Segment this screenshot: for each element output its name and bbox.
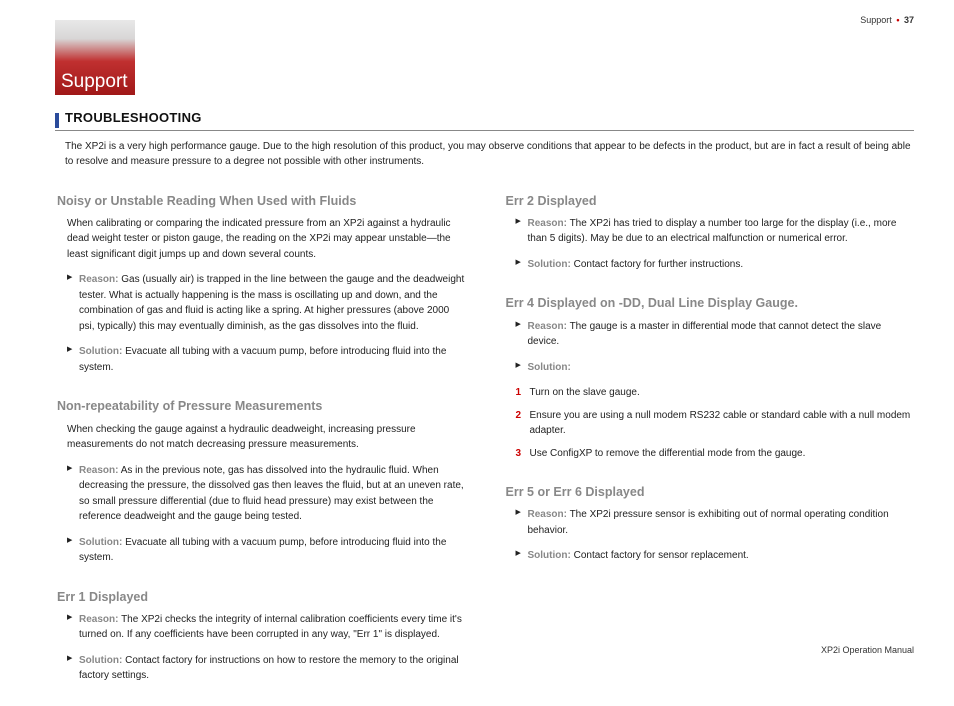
reason-text: The XP2i pressure sensor is exhibiting o… [528, 509, 889, 536]
topic-err5-6: Err 5 or Err 6 Displayed Reason: The XP2… [506, 483, 915, 564]
reason-item: Reason: Gas (usually air) is trapped in … [67, 272, 466, 334]
reason-label: Reason: [528, 321, 567, 332]
solution-text: Evacuate all tubing with a vacuum pump, … [79, 346, 446, 373]
badge-text: Support [61, 71, 128, 92]
topic-title: Non-repeatability of Pressure Measuremen… [57, 397, 466, 415]
topic-body: When calibrating or comparing the indica… [67, 216, 466, 263]
right-column: Err 2 Displayed Reason: The XP2i has tri… [506, 188, 915, 706]
reason-label: Reason: [79, 465, 118, 476]
reason-item: Reason: The XP2i checks the integrity of… [67, 612, 466, 643]
topic-title: Err 4 Displayed on -DD, Dual Line Displa… [506, 294, 915, 312]
reason-label: Reason: [79, 274, 118, 285]
solution-item: Solution: Evacuate all tubing with a vac… [67, 344, 466, 375]
solution-label: Solution: [528, 362, 571, 373]
solution-text: Contact factory for further instructions… [574, 259, 744, 270]
topic-err2: Err 2 Displayed Reason: The XP2i has tri… [506, 192, 915, 273]
intro-text: The XP2i is a very high performance gaug… [55, 139, 914, 170]
reason-text: As in the previous note, gas has dissolv… [79, 465, 464, 523]
bullet-icon: • [896, 15, 899, 25]
solution-label: Solution: [528, 259, 571, 270]
topic-non-repeatability: Non-repeatability of Pressure Measuremen… [57, 397, 466, 565]
heading-accent-bar [55, 113, 59, 128]
reason-item: Reason: The gauge is a master in differe… [516, 319, 915, 350]
topic-err1: Err 1 Displayed Reason: The XP2i checks … [57, 588, 466, 684]
reason-label: Reason: [79, 614, 118, 625]
page-footer: XP2i Operation Manual [821, 644, 914, 657]
solution-label: Solution: [79, 346, 122, 357]
reason-label: Reason: [528, 218, 567, 229]
topic-err4: Err 4 Displayed on -DD, Dual Line Displa… [506, 294, 915, 461]
solution-steps: 1Turn on the slave gauge. 2Ensure you ar… [516, 385, 915, 461]
reason-item: Reason: As in the previous note, gas has… [67, 463, 466, 525]
section-title: TROUBLESHOOTING [65, 109, 202, 128]
header-page: 37 [904, 15, 914, 25]
content-columns: Noisy or Unstable Reading When Used with… [55, 188, 914, 706]
topic-title: Err 1 Displayed [57, 588, 466, 606]
topic-title: Err 5 or Err 6 Displayed [506, 483, 915, 501]
section-heading-row: TROUBLESHOOTING [55, 109, 914, 131]
solution-label: Solution: [79, 537, 122, 548]
step-1: 1Turn on the slave gauge. [516, 385, 915, 400]
step-2: 2Ensure you are using a null modem RS232… [516, 408, 915, 438]
solution-text: Contact factory for instructions on how … [79, 655, 459, 682]
solution-item: Solution: Contact factory for instructio… [67, 653, 466, 684]
topic-title: Noisy or Unstable Reading When Used with… [57, 192, 466, 210]
topic-body: When checking the gauge against a hydrau… [67, 422, 466, 453]
topic-noisy-reading: Noisy or Unstable Reading When Used with… [57, 192, 466, 376]
solution-item: Solution: Evacuate all tubing with a vac… [67, 535, 466, 566]
support-badge: Support [55, 20, 135, 95]
solution-label: Solution: [79, 655, 122, 666]
reason-text: The gauge is a master in differential mo… [528, 321, 882, 348]
solution-item: Solution: Contact factory for sensor rep… [516, 548, 915, 564]
reason-text: The XP2i has tried to display a number t… [528, 218, 897, 245]
page-header: Support • 37 [860, 14, 914, 27]
header-section: Support [860, 15, 892, 25]
topic-title: Err 2 Displayed [506, 192, 915, 210]
reason-item: Reason: The XP2i pressure sensor is exhi… [516, 507, 915, 538]
reason-item: Reason: The XP2i has tried to display a … [516, 216, 915, 247]
solution-item: Solution: Contact factory for further in… [516, 257, 915, 273]
reason-label: Reason: [528, 509, 567, 520]
step-3: 3Use ConfigXP to remove the differential… [516, 446, 915, 461]
solution-text: Evacuate all tubing with a vacuum pump, … [79, 537, 446, 564]
solution-label: Solution: [528, 550, 571, 561]
solution-text: Contact factory for sensor replacement. [574, 550, 749, 561]
solution-item: Solution: [516, 360, 915, 376]
reason-text: The XP2i checks the integrity of interna… [79, 614, 462, 641]
left-column: Noisy or Unstable Reading When Used with… [57, 188, 466, 706]
reason-text: Gas (usually air) is trapped in the line… [79, 274, 464, 332]
